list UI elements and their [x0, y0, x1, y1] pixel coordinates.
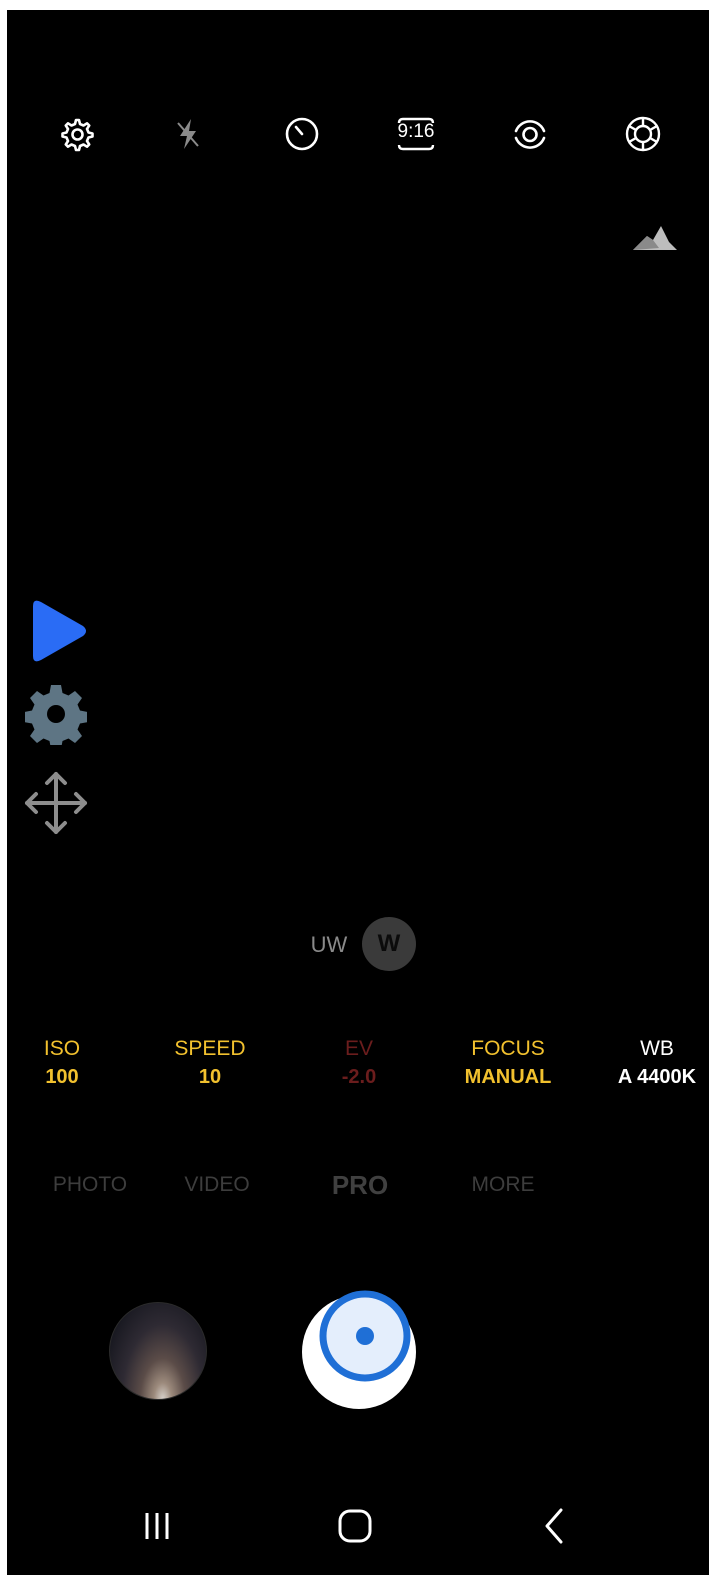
speed-setting[interactable]: SPEED 10 — [155, 1036, 265, 1090]
lens-wide-button[interactable]: W — [362, 917, 416, 971]
mode-pro[interactable]: PRO — [305, 1170, 415, 1201]
lens-ultrawide-button[interactable]: UW — [307, 932, 351, 957]
white-balance-value: A 4400K — [617, 1066, 697, 1088]
gear-icon[interactable] — [24, 683, 88, 749]
ev-label: EV — [344, 1037, 373, 1060]
focus-label: FOCUS — [471, 1037, 545, 1060]
gallery-thumbnail[interactable] — [109, 1302, 207, 1400]
white-balance-label: WB — [640, 1037, 674, 1060]
histogram-icon[interactable] — [633, 220, 677, 252]
recent-apps-icon[interactable] — [127, 1498, 187, 1554]
timer-icon[interactable] — [279, 111, 325, 157]
home-icon[interactable] — [325, 1498, 385, 1554]
iso-label: ISO — [43, 1037, 81, 1060]
back-icon[interactable] — [523, 1498, 583, 1554]
speed-label: SPEED — [174, 1037, 246, 1060]
lens-wide-label: W — [377, 930, 401, 957]
iso-value: 100 — [45, 1066, 79, 1088]
move-icon[interactable] — [21, 768, 91, 838]
mode-photo[interactable]: PHOTO — [35, 1173, 145, 1197]
aspect-ratio-label: 9:16 — [397, 121, 435, 142]
speed-value: 10 — [198, 1066, 222, 1088]
mode-video[interactable]: VIDEO — [162, 1173, 272, 1197]
play-icon[interactable] — [25, 596, 89, 666]
focus-setting[interactable]: FOCUS MANUAL — [453, 1036, 563, 1090]
settings-icon[interactable] — [53, 111, 99, 157]
ev-value: -2.0 — [341, 1066, 377, 1088]
flash-off-icon[interactable] — [165, 111, 211, 157]
focus-value: MANUAL — [464, 1066, 552, 1088]
ev-setting[interactable]: EV -2.0 — [304, 1036, 414, 1090]
white-balance-setting[interactable]: WB A 4400K — [602, 1036, 709, 1090]
camera-screen: 9:16 UW W ISO 100 SPEED 10 EV -2.0 FOCUS… — [7, 10, 709, 1575]
iso-setting[interactable]: ISO 100 — [7, 1036, 117, 1090]
filters-icon[interactable] — [620, 111, 666, 157]
mode-more[interactable]: MORE — [448, 1173, 558, 1197]
shutter-button[interactable] — [302, 1289, 417, 1409]
aspect-ratio-icon[interactable]: 9:16 — [393, 111, 439, 157]
motion-photo-icon[interactable] — [507, 111, 553, 157]
